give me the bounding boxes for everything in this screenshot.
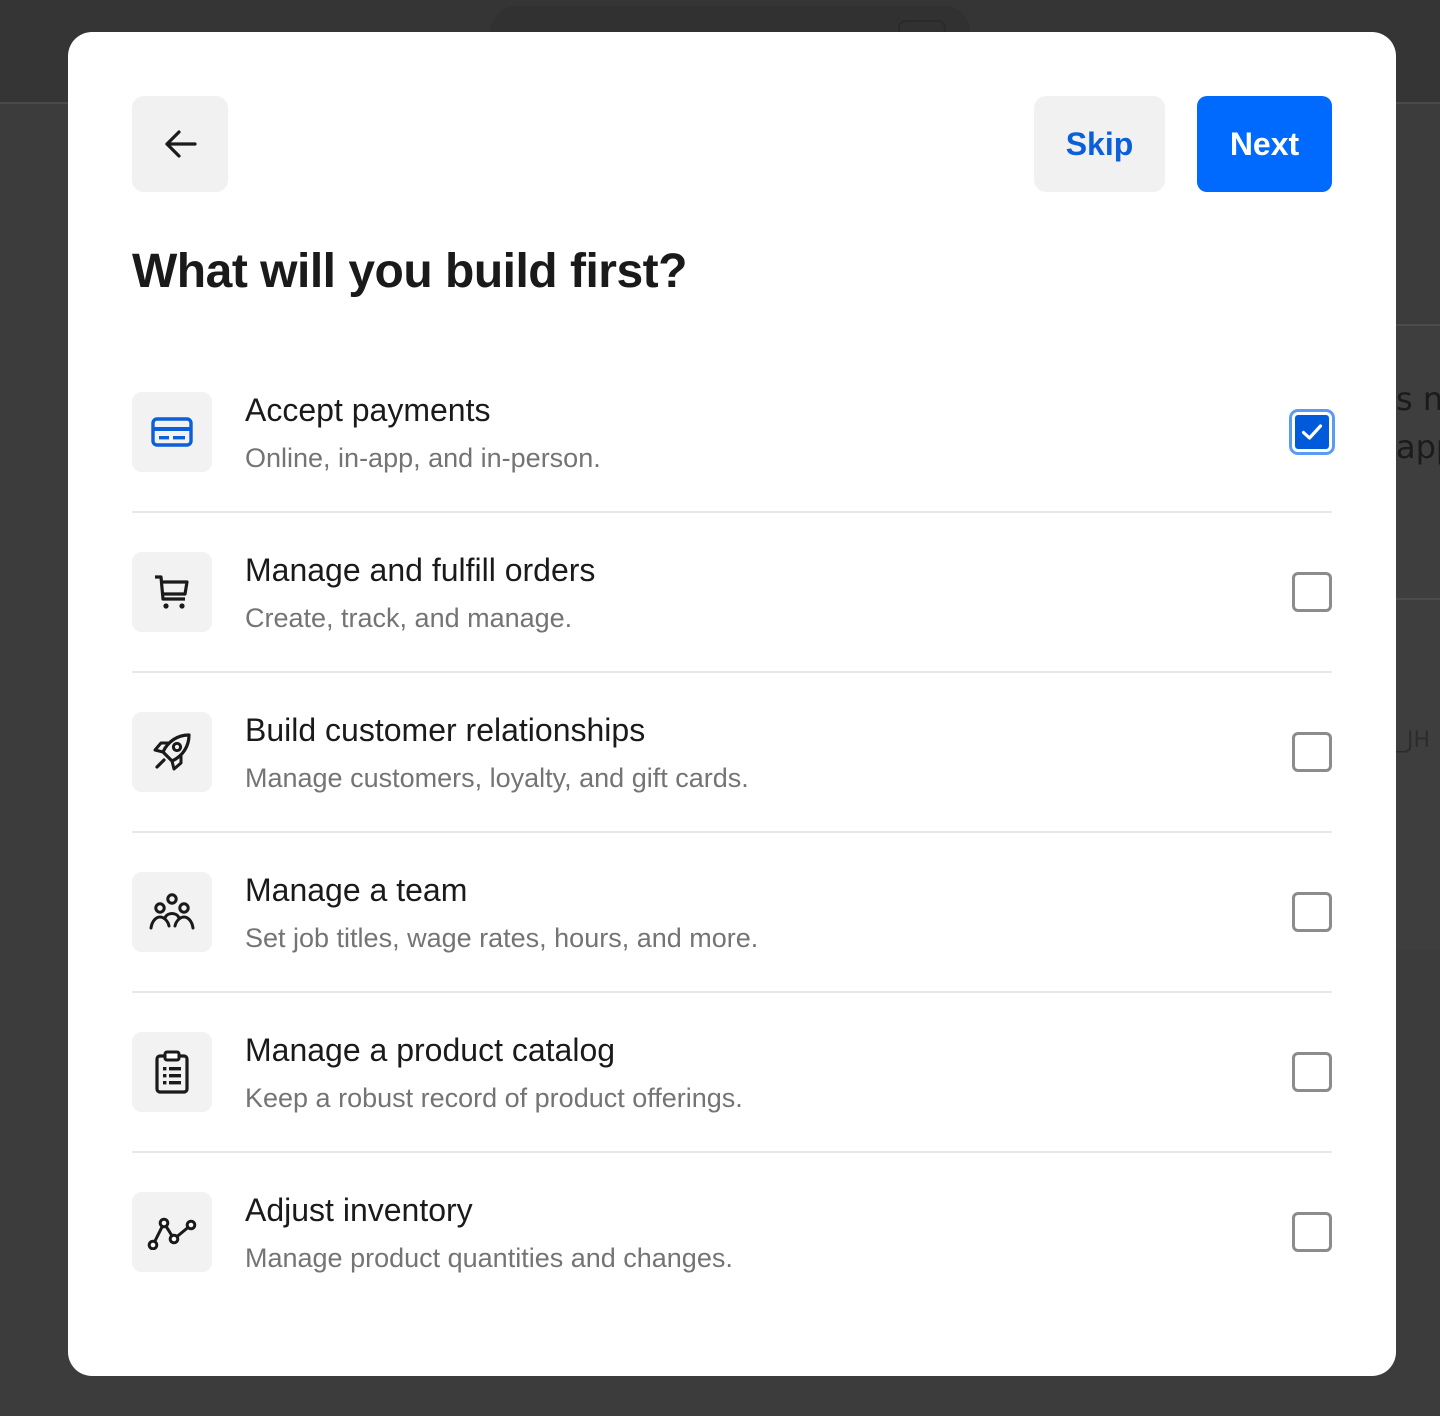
checkmark-icon <box>1301 424 1323 440</box>
option-description: Manage product quantities and changes. <box>245 1243 733 1273</box>
background-text: _JH <box>1396 728 1431 753</box>
option-checkbox[interactable] <box>1292 412 1332 452</box>
option-adjust-inventory[interactable]: Adjust inventory Manage product quantiti… <box>132 1151 1332 1312</box>
option-description: Online, in-app, and in-person. <box>245 443 601 473</box>
clipboard-list-icon <box>155 1050 189 1094</box>
background-panel <box>1396 598 1440 950</box>
option-title: Manage a product catalog <box>245 1032 616 1068</box>
option-title: Build customer relationships <box>245 712 646 748</box>
option-checkbox[interactable] <box>1292 1212 1332 1252</box>
option-checkbox[interactable] <box>1292 572 1332 612</box>
option-icon-container <box>132 392 212 472</box>
option-icon-container <box>132 872 212 952</box>
option-description: Create, track, and manage. <box>245 603 573 633</box>
skip-button[interactable]: Skip <box>1034 96 1165 192</box>
background-text: app <box>1396 428 1440 466</box>
option-product-catalog[interactable]: Manage a product catalog Keep a robust r… <box>132 991 1332 1152</box>
option-description: Set job titles, wage rates, hours, and m… <box>245 923 759 953</box>
option-title: Manage a team <box>245 872 468 908</box>
page-title: What will you build first? <box>132 245 687 298</box>
option-icon-container <box>132 1192 212 1272</box>
option-manage-orders[interactable]: Manage and fulfill orders Create, track,… <box>132 511 1332 672</box>
back-button[interactable] <box>132 96 228 192</box>
credit-card-icon <box>151 417 193 447</box>
background-text: s n <box>1396 380 1440 418</box>
option-title: Accept payments <box>245 392 491 428</box>
rocket-icon <box>153 733 191 771</box>
option-icon-container <box>132 712 212 792</box>
option-icon-container <box>132 552 212 632</box>
cart-icon <box>155 575 189 609</box>
onboarding-modal: Skip Next What will you build first? Acc… <box>68 32 1396 1376</box>
option-checkbox[interactable] <box>1292 1052 1332 1092</box>
option-description: Keep a robust record of product offering… <box>245 1083 743 1113</box>
option-checkbox[interactable] <box>1292 892 1332 932</box>
next-button[interactable]: Next <box>1197 96 1332 192</box>
arrow-left-icon <box>165 130 197 158</box>
option-icon-container <box>132 1032 212 1112</box>
option-title: Adjust inventory <box>245 1192 473 1228</box>
team-icon <box>149 893 195 930</box>
option-title: Manage and fulfill orders <box>245 552 596 588</box>
option-customer-relationships[interactable]: Build customer relationships Manage cust… <box>132 671 1332 832</box>
line-graph-icon <box>147 1217 197 1250</box>
option-checkbox[interactable] <box>1292 732 1332 772</box>
option-manage-team[interactable]: Manage a team Set job titles, wage rates… <box>132 831 1332 992</box>
options-list: Accept payments Online, in-app, and in-p… <box>132 352 1332 1312</box>
option-description: Manage customers, loyalty, and gift card… <box>245 763 749 793</box>
option-accept-payments[interactable]: Accept payments Online, in-app, and in-p… <box>132 352 1332 512</box>
